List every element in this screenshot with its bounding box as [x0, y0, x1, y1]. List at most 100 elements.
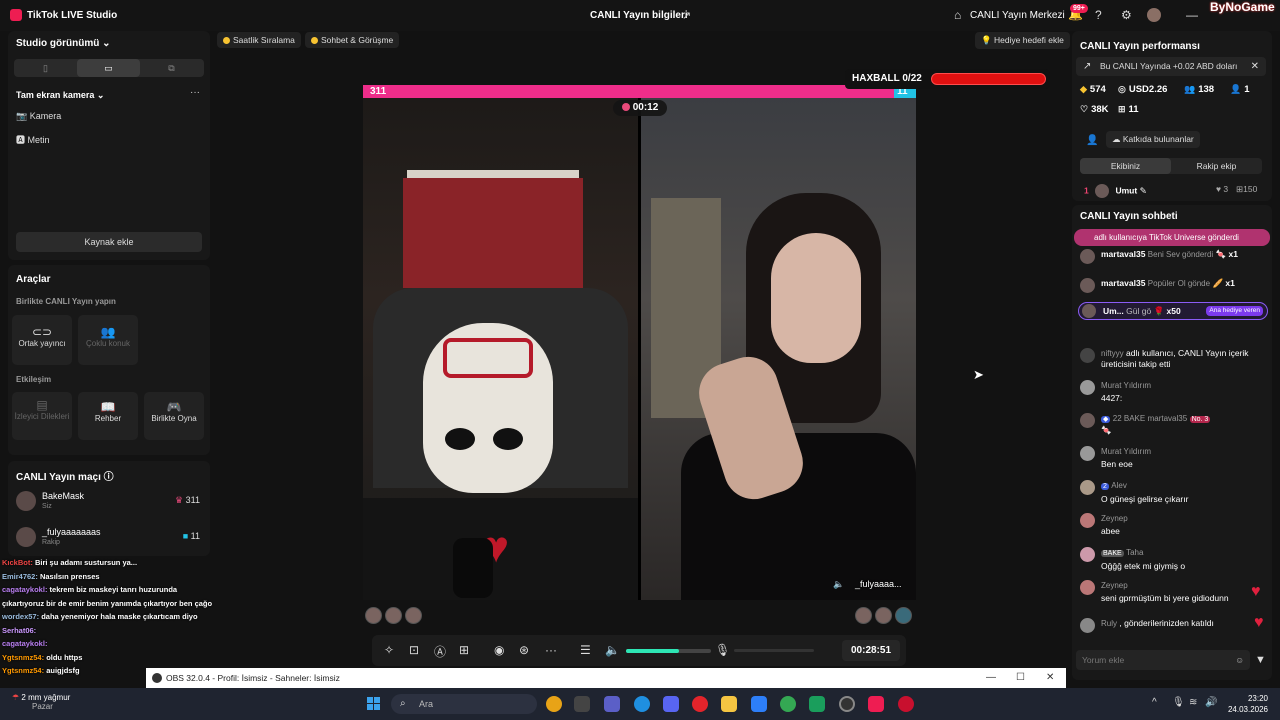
live-together-label: Birlikte CANLI Yayın yapın — [16, 297, 116, 306]
speaker-icon[interactable]: 🔊 — [1205, 697, 1217, 708]
guide-button[interactable]: 📖 Rehber — [78, 392, 138, 440]
contributors-button[interactable]: ☁ Katkıda bulunanlar — [1106, 131, 1200, 148]
match-row-self: BakeMask Siz ♛ 311 — [16, 489, 202, 517]
match-title: CANLI Yayın maçı ⓘ — [16, 472, 114, 483]
volume-slider[interactable] — [626, 649, 711, 653]
home-icon[interactable]: ⌂ — [954, 8, 961, 22]
live-chat-panel: CANLI Yayın sohbeti adlı kullanıcıya Tik… — [1072, 205, 1272, 680]
overlay-chat-line: cagataykokl: tekrem biz maskeyi tanrı hu… — [2, 585, 178, 594]
source-camera[interactable]: 📷 Kamera — [16, 111, 61, 122]
mask-eye — [445, 428, 475, 450]
live-info-title[interactable]: CANLI Yayın bilgileri — [590, 10, 688, 21]
live-center-link[interactable]: CANLI Yayın Merkezi — [970, 10, 1065, 21]
avatar[interactable] — [1147, 8, 1161, 22]
add-source-button[interactable]: Kaynak ekle — [16, 232, 202, 252]
microphone-icon[interactable]: 🎙 — [1172, 697, 1185, 708]
microphone-icon[interactable]: 🎙 — [715, 643, 730, 657]
brand-logo: ByNoGame — [1210, 0, 1275, 14]
source-text[interactable]: 🅰 Metin — [16, 133, 50, 146]
user-settings-icon[interactable]: 👤 — [1086, 135, 1098, 146]
weather-widget[interactable]: ☂ 2 mm yağmur Pazar — [12, 693, 70, 711]
close-icon[interactable]: ✕ — [1251, 57, 1259, 76]
obs-window-bar[interactable]: OBS 32.0.4 - Profil: İsimsiz - Sahneler:… — [146, 668, 1066, 688]
store-icon[interactable] — [574, 696, 590, 712]
discord-icon[interactable] — [663, 696, 679, 712]
folder-icon[interactable] — [721, 696, 737, 712]
edge-icon[interactable] — [634, 696, 650, 712]
viewer-requests-button[interactable]: ▤ İzleyici Dilekleri — [12, 392, 72, 440]
scene-title[interactable]: Tam ekran kamera ⌄ — [16, 90, 104, 101]
avatar[interactable] — [855, 607, 872, 624]
filter-icon[interactable]: ▼ — [1255, 654, 1266, 666]
avatar[interactable] — [895, 607, 912, 624]
chrome-profile-icon[interactable] — [780, 696, 796, 712]
gear-icon[interactable]: ⚙ — [1121, 8, 1132, 22]
app-icon[interactable] — [809, 696, 825, 712]
taskbar-search[interactable]: ⌕ Ara — [391, 694, 537, 714]
emoji-icon[interactable]: ☺ — [1235, 650, 1244, 670]
opera-icon[interactable] — [692, 696, 708, 712]
mail-icon[interactable] — [751, 696, 767, 712]
clock[interactable]: 23:20 24.03.2026 — [1222, 693, 1268, 715]
avatar[interactable] — [875, 607, 892, 624]
comment-input[interactable]: Yorum ekle ☺ — [1076, 650, 1250, 670]
ai-icon[interactable]: Ⓐ — [434, 643, 446, 660]
maximize-icon[interactable]: ☐ — [1016, 668, 1025, 688]
tab-team[interactable]: Ekibiniz — [1080, 158, 1171, 174]
settings-sliders-icon[interactable]: ☰ — [580, 643, 591, 657]
notification-badge: 99+ — [1070, 4, 1088, 13]
opponent-name: _fulyaaaa... — [855, 579, 902, 589]
help-icon[interactable]: ? — [1095, 8, 1102, 22]
chat-title: CANLI Yayın sohbeti — [1080, 211, 1178, 222]
avatar — [1080, 547, 1095, 562]
split-layout-button[interactable]: ⧉ — [140, 59, 203, 77]
chevron-up-icon[interactable]: ^ — [1152, 697, 1157, 708]
play-together-button[interactable]: 🎮 Birlikte Oyna — [144, 392, 204, 440]
target-icon[interactable]: ⊛ — [519, 643, 529, 657]
record-icon[interactable]: ◉ — [494, 643, 504, 657]
mic-level[interactable] — [734, 649, 814, 652]
more-icon[interactable]: ··· — [190, 87, 200, 98]
mouse-cursor: ➤ — [973, 367, 984, 382]
magic-wand-icon[interactable]: ✧ — [384, 643, 394, 657]
add-box-icon[interactable]: ⊞ — [459, 643, 469, 657]
app-title: TikTok LIVE Studio — [27, 10, 118, 21]
performance-title: CANLI Yayın performansı — [1080, 41, 1200, 52]
speaker-icon[interactable]: 🔈 — [833, 579, 844, 590]
volume-icon[interactable]: 🔈 — [605, 643, 620, 657]
share-icon[interactable]: ↗ — [682, 9, 691, 22]
effects-icon[interactable]: ⊡ — [409, 643, 419, 657]
microphone — [453, 538, 493, 598]
studio-view-title[interactable]: Studio görünümü ⌄ — [16, 38, 111, 49]
performance-panel: CANLI Yayın performansı ↗ Bu CANLI Yayın… — [1072, 31, 1272, 201]
tab-rival[interactable]: Rakip ekip — [1171, 158, 1262, 174]
obs-icon — [152, 673, 162, 683]
minimize-icon[interactable]: — — [986, 668, 996, 688]
cohost-button[interactable]: ⊂⊃ Ortak yayıncı — [12, 315, 72, 365]
avatar[interactable] — [405, 607, 422, 624]
chat-message: niftyyy adlı kullanıcı, CANLI Yayın içer… — [1080, 348, 1268, 372]
gift-goal-chip[interactable]: 💡 Hediye hedefi ekle — [975, 32, 1070, 49]
minimize-icon[interactable]: — — [1186, 8, 1198, 22]
chrome-icon[interactable] — [546, 696, 562, 712]
avatar[interactable] — [365, 607, 382, 624]
close-icon[interactable]: ✕ — [1046, 668, 1054, 688]
portrait-layout-button[interactable]: ▯ — [14, 59, 77, 77]
chat-message: Murat Yıldırım Ben eoe — [1080, 446, 1268, 470]
multi-guest-button[interactable]: 👥 Çoklu konuk — [78, 315, 138, 365]
obs-taskbar-icon[interactable] — [839, 696, 855, 712]
media-icon[interactable] — [898, 696, 914, 712]
landscape-layout-button[interactable]: ▭ — [77, 59, 140, 77]
wifi-icon[interactable]: ≋ — [1189, 697, 1197, 708]
interaction-label: Etkileşim — [16, 375, 52, 384]
more-icon[interactable]: ··· — [545, 643, 557, 657]
hourly-ranking-chip[interactable]: Saatlik Sıralama — [217, 32, 301, 48]
teams-icon[interactable] — [604, 696, 620, 712]
avatar[interactable] — [385, 607, 402, 624]
start-icon[interactable] — [367, 697, 381, 711]
tiktok-live-icon[interactable] — [868, 696, 884, 712]
avatar — [1095, 184, 1110, 198]
opponent-video — [641, 98, 916, 600]
contributor-row[interactable]: 1 Umut ✎ ♥ 3 ⊞150 — [1084, 184, 1264, 200]
chat-meet-chip[interactable]: Sohbet & Görüşme — [305, 32, 400, 48]
